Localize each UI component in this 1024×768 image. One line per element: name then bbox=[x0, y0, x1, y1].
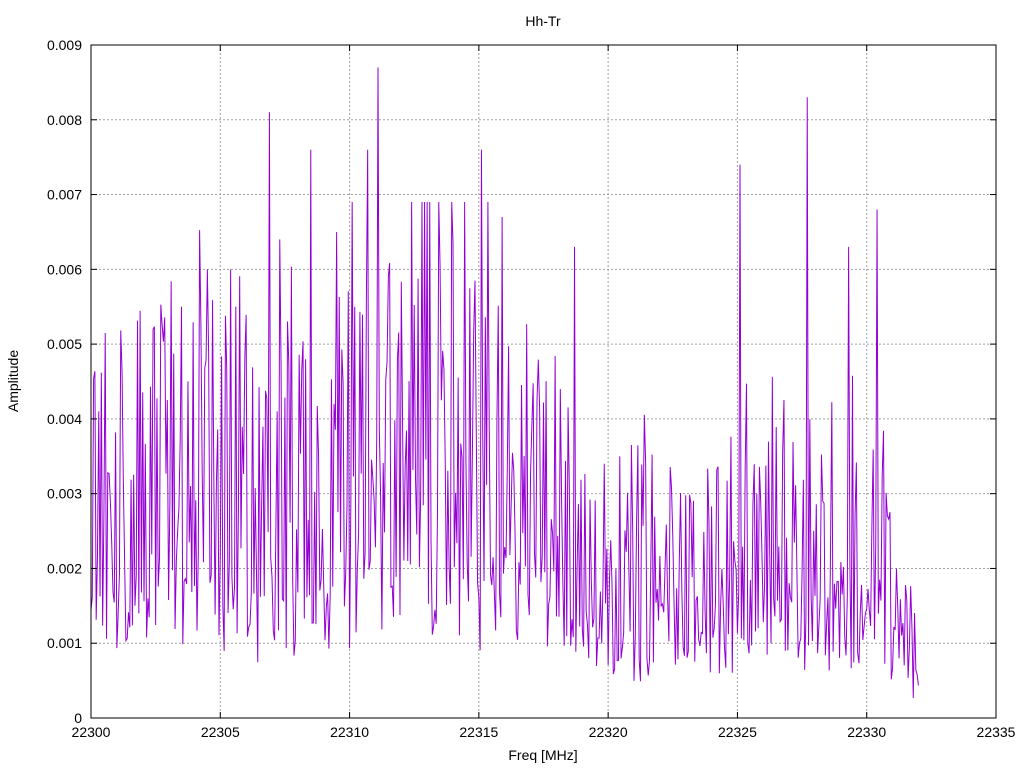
y-tick-label: 0.004 bbox=[47, 411, 82, 427]
y-tick-label: 0.003 bbox=[47, 486, 82, 502]
x-tick-label: 22335 bbox=[977, 724, 1016, 740]
x-tick-label: 22325 bbox=[718, 724, 757, 740]
y-tick-label: 0.002 bbox=[47, 560, 82, 576]
chart-background bbox=[0, 0, 1024, 768]
y-tick-label: 0.006 bbox=[47, 261, 82, 277]
x-tick-label: 22330 bbox=[847, 724, 886, 740]
y-tick-label: 0 bbox=[74, 710, 82, 726]
x-axis-label: Freq [MHz] bbox=[508, 747, 577, 763]
y-tick-label: 0.005 bbox=[47, 336, 82, 352]
amplitude-chart: 22300 22305 22310 22315 22320 22325 22330 22335… bbox=[0, 0, 1024, 768]
x-tick-label: 22300 bbox=[72, 724, 111, 740]
y-tick-label: 0.008 bbox=[47, 112, 82, 128]
x-tick-label: 22320 bbox=[589, 724, 628, 740]
x-tick-label: 22315 bbox=[459, 724, 498, 740]
y-axis-label: Amplitude bbox=[5, 350, 21, 412]
y-tick-label: 0.009 bbox=[47, 37, 82, 53]
x-tick-label: 22305 bbox=[201, 724, 240, 740]
chart-title: Hh-Tr bbox=[525, 13, 561, 29]
y-tick-label: 0.001 bbox=[47, 635, 82, 651]
x-tick-label: 22310 bbox=[330, 724, 369, 740]
y-tick-label: 0.007 bbox=[47, 187, 82, 203]
